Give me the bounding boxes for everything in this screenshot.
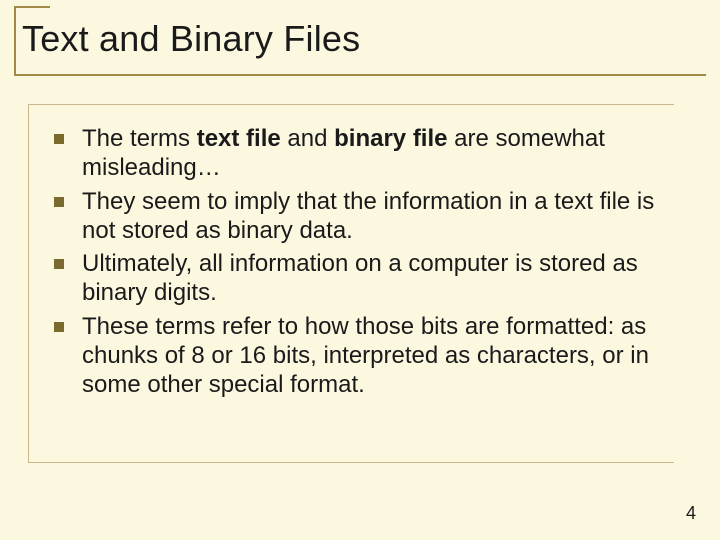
bullet-text: These terms refer to how those bits are … bbox=[82, 313, 649, 399]
slide: Text and Binary Files The terms text fil… bbox=[0, 0, 720, 540]
list-item: The terms text file and binary file are … bbox=[50, 124, 668, 183]
decorative-rule bbox=[14, 6, 16, 74]
slide-body: The terms text file and binary file are … bbox=[50, 124, 668, 403]
list-item: They seem to imply that the information … bbox=[50, 187, 668, 246]
decorative-rule bbox=[14, 74, 706, 76]
decorative-rule bbox=[14, 6, 50, 8]
bullet-text: and bbox=[281, 125, 334, 152]
list-item: These terms refer to how those bits are … bbox=[50, 312, 668, 400]
bullet-bold: binary file bbox=[334, 125, 447, 152]
page-number: 4 bbox=[686, 503, 696, 524]
decorative-rule bbox=[28, 104, 674, 105]
bullet-list: The terms text file and binary file are … bbox=[50, 124, 668, 399]
list-item: Ultimately, all information on a compute… bbox=[50, 249, 668, 308]
bullet-text: Ultimately, all information on a compute… bbox=[82, 250, 638, 306]
decorative-rule bbox=[28, 462, 674, 463]
bullet-text: They seem to imply that the information … bbox=[82, 188, 654, 244]
slide-title: Text and Binary Files bbox=[0, 0, 720, 72]
decorative-rule bbox=[28, 104, 29, 462]
bullet-text: The terms bbox=[82, 125, 197, 152]
bullet-bold: text file bbox=[197, 125, 281, 152]
